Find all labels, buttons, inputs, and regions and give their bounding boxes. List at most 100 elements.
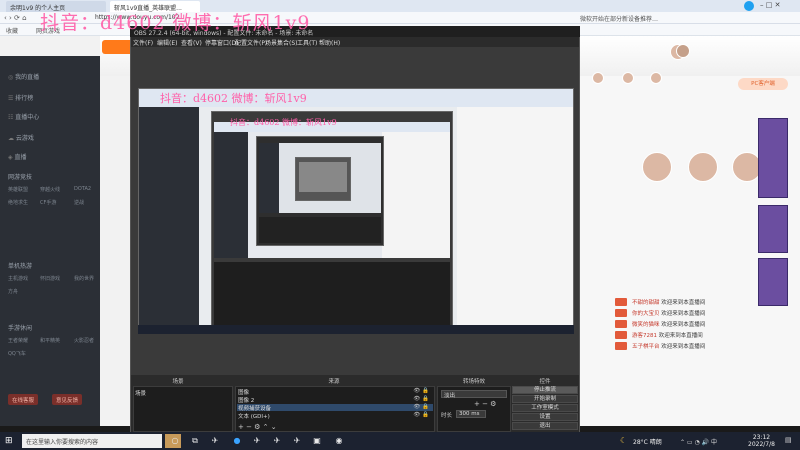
sidebar-section-title: 单机热游 [8,263,33,270]
sidebar-item-cloud[interactable]: ☁ 云游戏 [8,133,34,142]
pc-client-badge[interactable]: PC客户端 [738,78,788,90]
chat-badge-icon [615,320,627,328]
source-toolbar[interactable]: + − ⚙ ⌃ ⌄ [238,423,277,431]
sidebar-sub[interactable]: 王者荣耀 [8,337,28,344]
nested-screen-2-page [214,122,450,258]
plane-app-icon[interactable]: ✈ [272,435,282,446]
menu-edit[interactable]: 编辑(E) [157,38,177,47]
obs-menu-bar: 文件(F) 编辑(E) 查看(V) 停靠窗口(D) 配置文件(P) 场景集合(S… [131,37,579,47]
nested-screen-4 [295,157,351,201]
sidebar-sub[interactable]: CF手游 [40,199,56,206]
transition-add-remove[interactable]: + − ⚙ [474,400,496,408]
task-view-icon[interactable]: ○ [170,435,180,446]
menu-scene-collection[interactable]: 场景集合(S) [265,38,298,47]
sidebar-sub[interactable]: 火影忍者 [74,337,94,344]
chat-message: 不甜的甜甜 欢迎来到本直播间 [632,300,706,306]
bookmark-item[interactable]: 收藏 [6,26,18,35]
sidebar-sub[interactable]: 主机游戏 [8,275,28,282]
sidebar-sub[interactable]: 逆战 [74,199,84,206]
transitions-dock: 淡出 + − ⚙ 时长 300 ms [437,386,511,432]
settings-button[interactable]: 设置 [512,413,578,421]
menu-file[interactable]: 文件(F) [133,38,153,47]
app-icon[interactable]: ▣ [312,435,322,446]
nested-sidebar [214,132,248,258]
controls-dock-title: 控件 [539,379,551,385]
sidebar-item-mylive[interactable]: ◎ 我的直播 [8,72,39,81]
fan-avatar[interactable] [650,72,662,84]
promo-banner[interactable] [758,258,788,306]
chat-badge-icon [615,298,627,306]
browser-app-icon[interactable]: ● [232,435,242,446]
menu-tools[interactable]: 工具(T) [297,38,317,47]
source-item[interactable]: 图像 2 👁 🔒 [237,396,433,404]
studio-mode-button[interactable]: 工作室模式 [512,404,578,412]
nested-screen-2 [211,111,453,333]
rank-avatar[interactable] [642,152,672,182]
nested-screen-3-page [259,143,381,213]
notification-icon[interactable]: ▤ [785,436,792,444]
rank-avatar[interactable] [688,152,718,182]
taskbar-search-input[interactable]: 在这里输入你要搜索的内容 [22,434,162,448]
sidebar-item-rank[interactable]: ☰ 排行榜 [8,93,33,102]
transitions-dock-title: 转场特效 [462,379,485,385]
sidebar-item-center[interactable]: ☷ 直播中心 [8,112,39,121]
sidebar-sub[interactable]: DOTA2 [74,186,91,192]
feedback-button[interactable]: 意见反馈 [52,394,83,405]
sources-dock-title: 来源 [328,379,340,385]
sidebar-sub[interactable]: 绝地求生 [8,199,28,206]
chat-message: 微笑的猫咪 欢迎来到本直播间 [632,322,706,328]
sidebar-sub[interactable]: 英雄联盟 [8,186,28,193]
sidebar-sub[interactable]: 我的世界 [74,275,94,282]
menu-docks[interactable]: 停靠窗口(D) [205,38,238,47]
host-avatar[interactable] [676,44,690,58]
plane-app-icon[interactable]: ✈ [252,435,262,446]
transition-select[interactable]: 淡出 [441,390,507,399]
menu-view[interactable]: 查看(V) [181,38,202,47]
sidebar-item-live[interactable]: ◈ 直播 [8,152,27,161]
nested-taskbar [138,325,574,334]
start-recording-button[interactable]: 开始录制 [512,395,578,403]
sidebar-sub[interactable]: 方舟 [8,288,18,295]
obs-app-icon[interactable]: ◉ [334,435,344,446]
nav-buttons[interactable]: ‹ › ⟳ ⌂ [4,14,27,22]
taskview-grid-icon[interactable]: ⧉ [190,435,200,446]
sidebar-sub[interactable]: 穿越火线 [40,186,60,193]
nested-obs-docks [259,217,381,243]
support-button[interactable]: 在线客服 [8,394,39,405]
news-tip[interactable]: 微软开始在部分新设备推荐… [580,14,658,23]
chat-badge-icon [615,342,627,350]
menu-help[interactable]: 帮助(H) [319,38,340,47]
weather-icon: ☾ [620,436,628,445]
menu-profile[interactable]: 配置文件(P) [235,38,267,47]
windows-start-icon[interactable]: ⊞ [5,436,15,446]
weather-text[interactable]: 28°C 晴朗 [633,437,662,446]
scene-item[interactable]: 场景 [135,389,146,397]
plane-app-icon[interactable]: ✈ [292,435,302,446]
chat-message: 你的大宝贝 欢迎来到本直播间 [632,311,706,317]
exit-button[interactable]: 退出 [512,422,578,430]
scenes-dock: 场景 [133,386,233,432]
nested-sidebar [139,107,199,333]
promo-banner[interactable] [758,205,788,253]
watermark-nested: 抖音：d4602 微博：斩风1v9 [160,92,307,105]
nested-screen-3 [256,136,384,246]
duration-input[interactable]: 300 ms [456,410,486,418]
fan-avatar[interactable] [622,72,634,84]
source-item-selected[interactable]: 视频捕获设备 👁 🔒 [237,404,433,412]
source-item[interactable]: 图像 👁 🔒 [237,388,433,396]
chat-message: 五子棋平台 欢迎来到本直播间 [632,344,706,350]
sidebar-sub[interactable]: QQ飞车 [8,350,26,357]
sidebar-section-title: 手游休闲 [8,325,33,332]
sidebar-sub[interactable]: 怀旧游戏 [40,275,60,282]
tray-icons[interactable]: ⌃ ▭ ◔ 🔊 中 [680,437,717,446]
plane-app-icon[interactable]: ✈ [210,435,220,446]
source-item[interactable]: 文本 (GDI+) 👁 🔒 [237,412,433,420]
sidebar-sub[interactable]: 和平精英 [40,337,60,344]
taskbar-clock[interactable]: 23:12 2022/7/8 [748,434,775,448]
site-sidebar: ◎ 我的直播 ☰ 排行榜 ☷ 直播中心 ☁ 云游戏 ◈ 直播 网游竞技 英雄联盟… [0,56,100,426]
nested-right-panel [457,107,573,333]
window-controls[interactable]: – □ ✕ [760,1,780,9]
promo-banner[interactable] [758,118,788,198]
stop-streaming-button[interactable]: 停止推流 [512,386,578,394]
fan-avatar[interactable] [592,72,604,84]
